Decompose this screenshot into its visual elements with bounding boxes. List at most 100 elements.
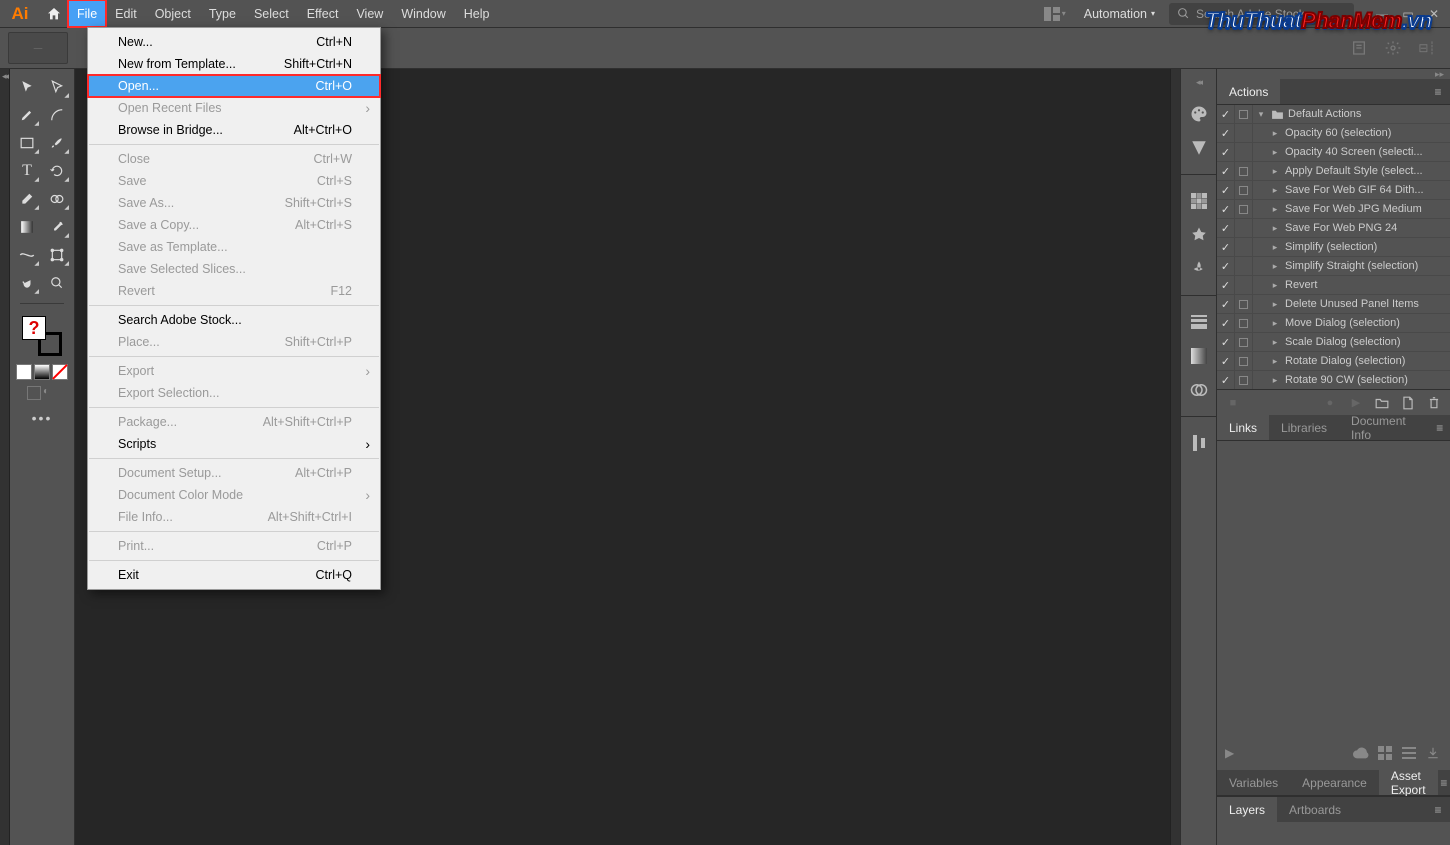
draw-behind-icon[interactable]: ◐ [43,386,57,400]
color-guide-panel-icon[interactable] [1187,136,1211,160]
action-row[interactable]: ✓▸Save For Web PNG 24 [1217,219,1450,238]
fill-swatch[interactable]: ? [22,316,46,340]
transparency-panel-icon[interactable] [1187,378,1211,402]
layers-panel-tabs: Layers Artboards ≡ [1217,796,1450,822]
action-row[interactable]: ✓▸Delete Unused Panel Items [1217,295,1450,314]
menu-view[interactable]: View [347,0,392,27]
menu-type[interactable]: Type [200,0,245,27]
menu-separator [89,458,379,459]
zoom-tool[interactable] [44,271,70,295]
action-row[interactable]: ✓▸Save For Web JPG Medium [1217,200,1450,219]
new-folder-icon[interactable] [1374,395,1390,411]
menu-effect[interactable]: Effect [298,0,348,27]
panel-menu-icon[interactable]: ≡ [1426,79,1450,104]
expand-chev-icon[interactable]: ▸▸ [1435,69,1444,79]
rectangle-tool[interactable]: ◢ [14,131,40,155]
menu-item-new[interactable]: New...Ctrl+N [88,31,380,53]
direct-selection-tool[interactable]: ◢ [44,75,70,99]
menu-item-exit[interactable]: ExitCtrl+Q [88,564,380,586]
eyedropper-tool[interactable]: ◢ [44,215,70,239]
menu-item-browse-in-bridge[interactable]: Browse in Bridge...Alt+Ctrl+O [88,119,380,141]
action-row[interactable]: ✓▸Simplify (selection) [1217,238,1450,257]
play-icon[interactable]: ▶ [1348,395,1364,411]
record-icon[interactable]: ● [1322,395,1338,411]
tab-document-info[interactable]: Document Info [1339,415,1430,440]
gradient-panel-icon[interactable] [1187,344,1211,368]
menu-object[interactable]: Object [146,0,200,27]
brushes-panel-icon[interactable] [1187,223,1211,247]
arrange-docs-icon[interactable]: ▾ [1040,4,1070,24]
tab-links[interactable]: Links [1217,415,1269,440]
tab-asset-export[interactable]: Asset Export [1379,770,1438,795]
menu-select[interactable]: Select [245,0,298,27]
delete-icon[interactable] [1426,395,1442,411]
play-icon[interactable]: ▶ [1225,746,1234,760]
home-icon[interactable] [40,0,68,27]
action-row[interactable]: ✓▸Save For Web GIF 64 Dith... [1217,181,1450,200]
workspace-switcher[interactable]: Automation ▾ [1076,7,1163,21]
pen-tool[interactable]: ◢ [14,103,40,127]
free-transform-tool[interactable]: ◢ [44,243,70,267]
menu-item-open[interactable]: Open...Ctrl+O [88,75,380,97]
color-panel-icon[interactable] [1187,102,1211,126]
draw-normal-icon[interactable] [27,386,41,400]
menu-window[interactable]: Window [392,0,454,27]
action-row[interactable]: ✓▸Opacity 60 (selection) [1217,124,1450,143]
eraser-tool[interactable]: ◢ [14,187,40,211]
stroke-panel-icon[interactable] [1187,310,1211,334]
paintbrush-tool[interactable]: ◢ [44,131,70,155]
swatches-panel-icon[interactable] [1187,189,1211,213]
action-row[interactable]: ✓▸Move Dialog (selection) [1217,314,1450,333]
new-action-icon[interactable] [1400,395,1416,411]
action-row[interactable]: ✓▸Rotate Dialog (selection) [1217,352,1450,371]
tab-appearance[interactable]: Appearance [1290,770,1379,795]
gradient-tool[interactable] [14,215,40,239]
collapse-chev-icon[interactable]: ◂◂ [1196,77,1201,88]
list-icon[interactable] [1400,744,1418,762]
menu-help[interactable]: Help [455,0,499,27]
curvature-tool[interactable] [44,103,70,127]
shape-builder-tool[interactable]: ◢ [44,187,70,211]
menu-item-new-from-template[interactable]: New from Template...Shift+Ctrl+N [88,53,380,75]
menu-file[interactable]: File [68,0,106,27]
menu-item-close: CloseCtrl+W [88,148,380,170]
menu-item-search-adobe-stock[interactable]: Search Adobe Stock... [88,309,380,331]
width-tool[interactable]: ◢ [14,243,40,267]
cloud-icon[interactable] [1352,744,1370,762]
panel-collapse-icon[interactable]: ⊟┊ [1412,33,1442,63]
menu-edit[interactable]: Edit [106,0,146,27]
hand-tool[interactable]: ◢ [14,271,40,295]
preferences-icon[interactable] [1378,33,1408,63]
stop-icon[interactable]: ■ [1225,395,1241,411]
tab-actions[interactable]: Actions [1217,79,1280,104]
align-panel-icon[interactable] [1187,431,1211,455]
action-row[interactable]: ✓▸Rotate 90 CW (selection) [1217,371,1450,389]
panel-menu-icon[interactable]: ≡ [1426,797,1450,822]
symbols-panel-icon[interactable] [1187,257,1211,281]
action-row[interactable]: ✓▸Revert [1217,276,1450,295]
panel-menu-icon[interactable]: ≡ [1430,415,1450,440]
menu-item-scripts[interactable]: Scripts [88,433,380,455]
action-row[interactable]: ✓▸Simplify Straight (selection) [1217,257,1450,276]
doc-setup-icon[interactable] [1344,33,1374,63]
panel-menu-icon[interactable]: ≡ [1438,770,1450,795]
type-tool[interactable]: T◢ [14,159,40,183]
selection-tool[interactable] [14,75,40,99]
tab-artboards[interactable]: Artboards [1277,797,1353,822]
grid-icon[interactable] [1376,744,1394,762]
export-icon[interactable] [1424,744,1442,762]
collapse-chev-icon[interactable]: ◂◂ [2,71,7,845]
tab-layers[interactable]: Layers [1217,797,1277,822]
color-mode-gradient[interactable] [34,364,50,380]
action-row[interactable]: ✓▸Scale Dialog (selection) [1217,333,1450,352]
edit-toolbar-icon[interactable]: ••• [32,410,53,426]
color-mode-none[interactable] [52,364,68,380]
fill-stroke-indicator[interactable]: ? [22,316,62,356]
action-row[interactable]: ✓▸Apply Default Style (select... [1217,162,1450,181]
color-mode-normal[interactable] [16,364,32,380]
tab-variables[interactable]: Variables [1217,770,1290,795]
action-row[interactable]: ✓▸Opacity 40 Screen (selecti... [1217,143,1450,162]
rotate-tool[interactable]: ◢ [44,159,70,183]
action-folder-row[interactable]: ✓▾Default Actions [1217,105,1450,124]
tab-libraries[interactable]: Libraries [1269,415,1339,440]
